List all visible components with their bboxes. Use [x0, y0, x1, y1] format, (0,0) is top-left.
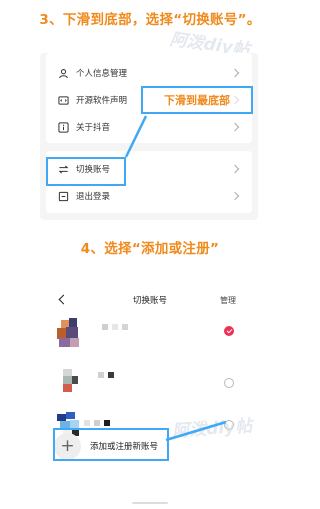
callout-arrow	[124, 115, 148, 158]
callout-box: 下滑到最底部	[141, 86, 253, 114]
avatar	[54, 368, 88, 402]
account-row-1[interactable]	[54, 316, 244, 356]
switch-account-header: 切换账号 管理	[0, 293, 300, 309]
selected-check-icon[interactable]	[224, 326, 234, 336]
callout-text: 下滑到最底部	[164, 94, 230, 107]
info-icon	[57, 121, 69, 133]
code-icon	[57, 94, 69, 106]
switch-account-highlight	[46, 157, 126, 186]
settings-item-logout[interactable]: 退出登录	[46, 184, 252, 208]
chevron-right-icon	[230, 122, 240, 132]
masked-username	[102, 324, 128, 330]
chevron-right-icon	[230, 191, 240, 201]
add-account-highlight	[53, 428, 169, 461]
step4-title: 4、选择“添加或注册”	[80, 241, 220, 257]
settings-item-label: 退出登录	[76, 192, 111, 202]
manage-button[interactable]: 管理	[220, 293, 236, 309]
chevron-right-icon	[230, 164, 240, 174]
account-row-2[interactable]	[54, 368, 244, 408]
unselected-radio[interactable]	[224, 378, 234, 388]
settings-item-label: 关于抖音	[76, 123, 111, 133]
add-callout-arrow	[165, 420, 227, 442]
masked-username	[98, 372, 114, 378]
person-icon	[57, 67, 69, 79]
settings-item-label: 个人信息管理	[76, 69, 128, 79]
logout-icon	[57, 190, 69, 202]
masked-username	[84, 420, 110, 426]
home-indicator	[132, 502, 168, 504]
settings-item-personal-info[interactable]: 个人信息管理	[46, 61, 252, 85]
page-title: 切换账号	[132, 296, 167, 306]
chevron-right-icon	[230, 68, 240, 78]
step3-title: 3、下滑到底部，选择“切换账号”。	[39, 12, 261, 28]
avatar	[54, 316, 88, 350]
